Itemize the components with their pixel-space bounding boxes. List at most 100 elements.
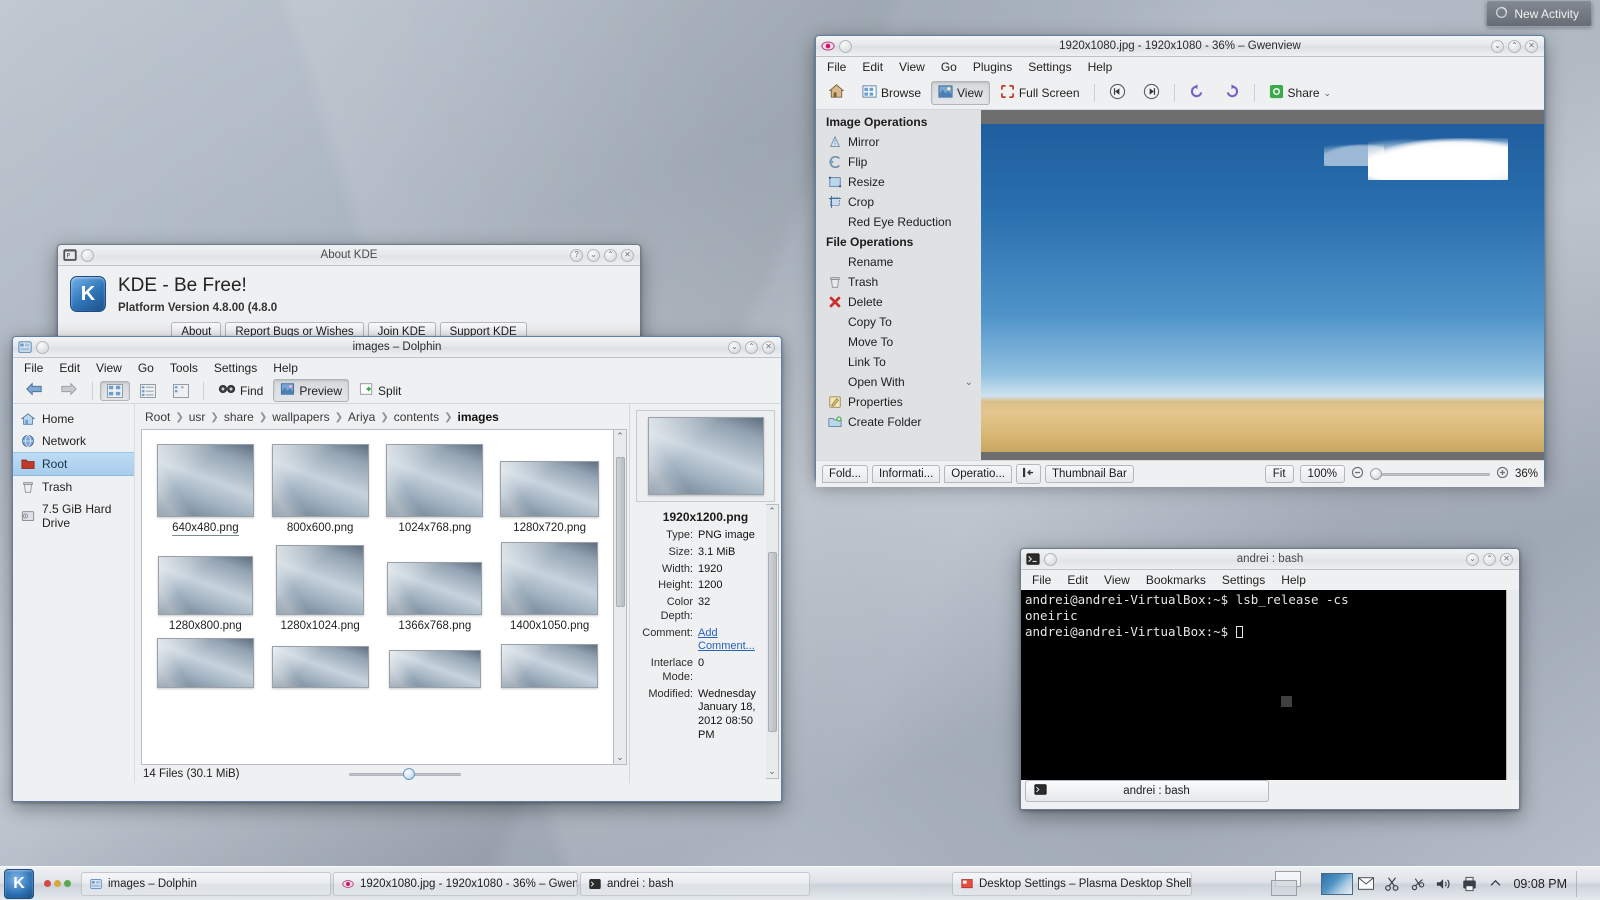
minimize-button[interactable]: ⌄ [1491,40,1504,53]
gwenview-operations-sidebar[interactable]: Image Operations Mirror Flip Resize Crop [816,110,981,460]
menu-help[interactable]: Help [1081,59,1120,75]
browse-button[interactable]: Browse [855,81,928,105]
file-item[interactable]: 1280x800.png [148,542,263,632]
file-item[interactable] [378,638,493,688]
printer-icon[interactable] [1461,875,1478,892]
file-item[interactable]: 1366x768.png [378,542,493,632]
menu-help[interactable]: Help [266,360,305,376]
sidebar-item-resize[interactable]: Resize [816,172,981,192]
fit-button[interactable]: Fit [1265,465,1294,483]
fullscreen-button[interactable]: Full Screen [993,81,1087,105]
chevron-down-icon[interactable]: ⌄ [1324,88,1332,99]
menu-view[interactable]: View [89,360,129,376]
slider-knob[interactable] [403,768,415,780]
pager-desktop-2[interactable] [1271,880,1297,896]
maximize-button[interactable]: ⌃ [604,249,617,262]
menu-file[interactable]: File [17,360,50,376]
konsole-titlebar[interactable]: andrei : bash ⌄ ⌃ ✕ [1021,549,1519,570]
gwenview-titlebar[interactable]: 1920x1080.jpg - 1920x1080 - 36% – Gwenvi… [816,36,1544,57]
tab-operations[interactable]: Operatio... [944,465,1012,483]
sidebar-item-create-folder[interactable]: Create Folder [816,412,981,432]
sidebar-item-trash[interactable]: Trash [816,272,981,292]
menu-file[interactable]: File [1025,572,1058,588]
mail-icon[interactable] [1357,875,1374,892]
gwenview-toolbar[interactable]: Browse View Full Screen [816,77,1544,110]
task-konsole[interactable]: andrei : bash [580,872,810,896]
file-item[interactable]: 640x480.png [148,444,263,536]
sidebar-item-link-to[interactable]: Link To [816,352,981,372]
menu-help[interactable]: Help [1274,572,1313,588]
system-tray[interactable]: 09:08 PM [1357,871,1596,897]
clock[interactable]: 09:08 PM [1513,877,1567,891]
scissors-icon[interactable] [1383,875,1400,892]
home-button[interactable] [821,80,852,106]
zoom-slider[interactable] [1370,468,1490,480]
dolphin-toolbar[interactable]: Find Preview Split [13,378,781,404]
taskbar-panel[interactable]: K images – Dolphin 1920x1080.jpg - 1920x… [0,866,1600,900]
sidebar-item-root[interactable]: Root [13,452,134,476]
file-item[interactable]: 800x600.png [263,444,378,536]
menu-edit[interactable]: Edit [52,360,87,376]
collapse-sidebar-button[interactable] [1016,464,1041,484]
task-gwenview[interactable]: 1920x1080.jpg - 1920x1080 - 36% – Gwenvi… [333,872,578,896]
sidebar-item-trash[interactable]: Trash [13,476,134,498]
breadcrumb-wallpapers[interactable]: wallpapers [272,410,329,424]
zoom-controls[interactable]: Fit 100% 36% [1265,465,1538,483]
konsole-tab[interactable]: andrei : bash [1025,780,1269,802]
split-button[interactable]: Split [352,379,408,402]
scrollbar-thumb[interactable] [616,457,625,607]
menu-go[interactable]: Go [934,59,964,75]
menu-tools[interactable]: Tools [163,360,205,376]
breadcrumb-contents[interactable]: contents [394,410,439,424]
next-button[interactable] [1136,80,1167,106]
gwenview-image-view[interactable] [981,110,1544,460]
sidebar-item-open-with[interactable]: Open With ⌄ [816,372,981,392]
tab-information[interactable]: Informati... [872,465,940,483]
zoom-in-icon[interactable] [1496,466,1509,482]
maximize-button[interactable]: ⌃ [745,341,758,354]
sidebar-item-move-to[interactable]: Move To [816,332,981,352]
dolphin-menu-button[interactable] [36,341,49,354]
activity-dots[interactable] [38,880,77,887]
menu-view[interactable]: View [892,59,932,75]
icon-size-slider[interactable] [349,768,461,780]
menu-settings[interactable]: Settings [207,360,264,376]
activity-dot-yellow[interactable] [54,880,61,887]
zoom-out-icon[interactable] [1351,466,1364,482]
maximize-button[interactable]: ⌃ [1508,40,1521,53]
konsole-menubar[interactable]: File Edit View Bookmarks Settings Help [1021,570,1519,590]
zoom-100-button[interactable]: 100% [1300,465,1345,483]
task-dolphin[interactable]: images – Dolphin [81,872,331,896]
breadcrumb-ariya[interactable]: Ariya [348,410,375,424]
klipper-icon[interactable] [1409,875,1426,892]
menu-bookmarks[interactable]: Bookmarks [1139,572,1213,588]
add-comment-link[interactable]: Add Comment... [698,627,755,653]
icon-view[interactable]: 640x480.png 800x600.png 1024x768.png [141,429,614,765]
share-button[interactable]: Share ⌄ [1262,81,1339,105]
view-button[interactable]: View [931,81,990,105]
help-button[interactable]: ? [570,249,583,262]
scrollbar-thumb[interactable] [768,552,777,732]
terminal-output[interactable]: andrei@andrei-VirtualBox:~$ lsb_release … [1021,590,1519,780]
show-desktop-button[interactable] [1576,871,1586,897]
sidebar-item-mirror[interactable]: Mirror [816,132,981,152]
gwenview-menubar[interactable]: File Edit View Go Plugins Settings Help [816,57,1544,77]
file-item[interactable]: 1280x1024.png [263,542,378,632]
menu-settings[interactable]: Settings [1215,572,1272,588]
konsole-menu-button[interactable] [1044,553,1057,566]
sidebar-item-red-eye-reduction[interactable]: Red Eye Reduction [816,212,981,232]
icons-view-button[interactable] [100,381,130,401]
file-item[interactable]: 1024x768.png [378,444,493,536]
rotate-left-button[interactable] [1182,80,1213,106]
close-button[interactable]: ✕ [621,249,634,262]
file-item[interactable] [492,638,607,688]
file-item[interactable] [148,638,263,688]
gwenview-bottom-bar[interactable]: Fold... Informati... Operatio... Thumbna… [816,460,1544,487]
menu-view[interactable]: View [1097,572,1137,588]
gwenview-menu-button[interactable] [839,40,852,53]
about-kde-titlebar[interactable]: P About KDE ? ⌄ ⌃ ✕ [58,245,640,266]
sidebar-item-flip[interactable]: Flip [816,152,981,172]
previous-button[interactable] [1102,80,1133,106]
tab-folders[interactable]: Fold... [822,465,868,483]
sidebar-item-crop[interactable]: Crop [816,192,981,212]
